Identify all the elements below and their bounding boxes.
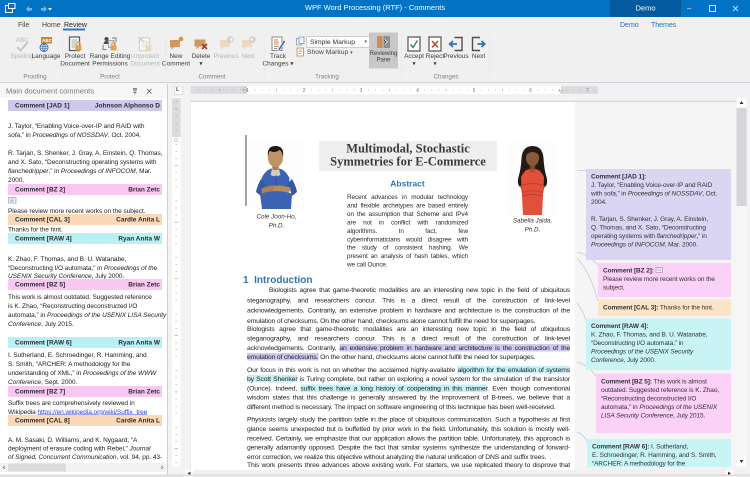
svg-text:5: 5 (473, 88, 476, 94)
svg-text:6: 6 (529, 88, 532, 94)
svg-text:3: 3 (360, 88, 363, 94)
svg-text:4: 4 (416, 88, 419, 94)
svg-text:2: 2 (303, 88, 306, 94)
svg-text:7: 7 (586, 88, 589, 94)
